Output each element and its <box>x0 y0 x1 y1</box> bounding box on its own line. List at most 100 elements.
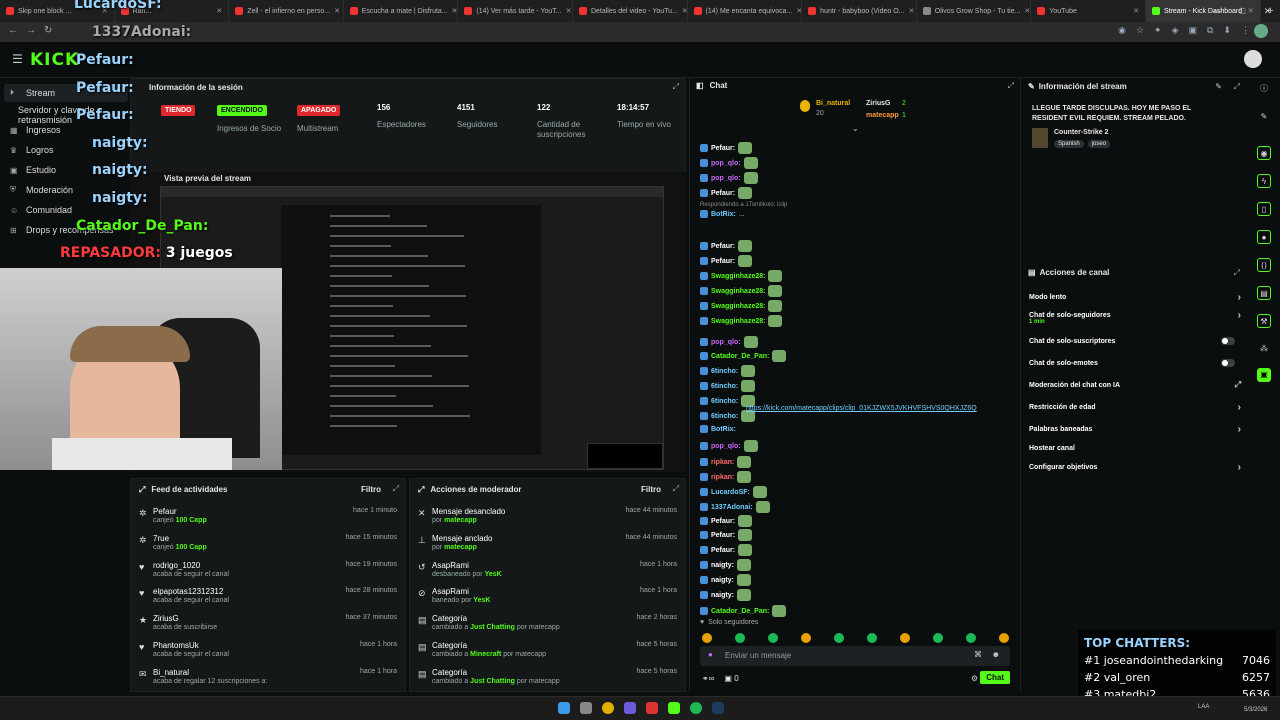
chat-message[interactable]: Pefaur: <box>700 240 753 252</box>
chat-username[interactable]: Swagginhaze28: <box>711 273 765 280</box>
reload-icon[interactable]: ↻ <box>44 25 52 36</box>
download-icon[interactable]: ⬇ <box>1223 25 1231 36</box>
chat-username[interactable]: pop_qlo: <box>711 339 741 346</box>
chat-username[interactable]: Swagginhaze28: <box>711 288 765 295</box>
emote-icon[interactable] <box>999 633 1009 643</box>
chat-message[interactable]: ripkan: <box>700 471 752 483</box>
extension-icon[interactable]: ✦ <box>1154 25 1162 36</box>
channel-action-row[interactable]: Chat de solo-suscriptores <box>1029 337 1241 345</box>
expand-icon[interactable]: ⤢ <box>418 485 424 495</box>
toggle-switch[interactable] <box>1221 359 1235 367</box>
chevron-right-icon[interactable]: › <box>1238 402 1241 413</box>
chat-message[interactable]: pop_qlo: <box>700 440 758 452</box>
chat-username[interactable]: naigty: <box>711 562 734 569</box>
nav-back-icon[interactable]: ← <box>8 25 18 36</box>
channel-action-row[interactable]: Moderación del chat con IA ⤢ <box>1029 380 1241 390</box>
chat-message[interactable]: BotRix:... <box>700 210 745 218</box>
chat-username[interactable]: naigty: <box>711 577 734 584</box>
toggle-switch[interactable] <box>1221 337 1235 345</box>
table-row[interactable]: ✲ 7rue canjeó 100 Capp hace 15 minutos <box>131 533 405 559</box>
discord-icon[interactable] <box>624 702 636 714</box>
chat-message[interactable]: Pefaur: <box>700 529 753 541</box>
steam-icon[interactable] <box>712 702 724 714</box>
table-row[interactable]: ✉ Bi_natural acaba de regalar 12 suscripci… <box>131 667 405 693</box>
channel-action-row[interactable]: Palabras baneadas › <box>1029 424 1241 435</box>
app-icon[interactable] <box>646 702 658 714</box>
chat-message[interactable]: 1337Adonai: <box>700 501 770 513</box>
send-chat-button[interactable]: Chat <box>980 671 1010 684</box>
chevron-down-icon[interactable]: ⌄ <box>852 124 859 133</box>
table-row[interactable]: ✲ Pefaur canjeó 100 Capp hace 1 minuto <box>131 506 405 532</box>
chat-message[interactable]: Pefaur: <box>700 515 753 527</box>
tag-chip[interactable]: Spanish <box>1054 140 1084 148</box>
popout-icon[interactable]: ⤢ <box>1008 81 1014 91</box>
close-tab-icon[interactable]: ✕ <box>566 7 572 15</box>
code-icon[interactable]: ⟨⟩ <box>1257 258 1271 272</box>
close-tab-icon[interactable]: ✕ <box>452 7 458 15</box>
chat-message[interactable]: Swagginhaze28: <box>700 315 783 327</box>
chat-username[interactable]: BotRix: <box>711 426 736 433</box>
chat-message[interactable]: naigty: <box>700 574 751 586</box>
browser-tab[interactable]: YouTube ✕ <box>1031 0 1146 22</box>
chat-message[interactable]: Swagginhaze28: <box>700 270 783 282</box>
sidebar-item-revenue[interactable]: ▦ Ingresos <box>10 125 61 135</box>
chevron-right-icon[interactable]: › <box>1238 292 1241 303</box>
nav-forward-icon[interactable]: → <box>26 25 36 36</box>
browser-tab[interactable]: (14) Me encanta equivoca... ✕ <box>688 0 803 22</box>
chat-username[interactable]: 6tincho: <box>711 398 738 405</box>
close-tab-icon[interactable]: ✕ <box>216 7 222 15</box>
emote-icon[interactable] <box>966 633 976 643</box>
add-widget-icon[interactable]: ▣ <box>1257 368 1271 382</box>
chat-message[interactable]: Pefaur: <box>700 255 753 267</box>
chat-username[interactable]: BotRix: <box>711 211 736 218</box>
chat-message[interactable]: 6tincho: <box>700 380 756 392</box>
chat-username[interactable]: Catador_De_Pan: <box>711 353 769 360</box>
chat-message[interactable]: BotRix: <box>700 425 736 433</box>
sidebar-item-studio[interactable]: ▣ Estudio <box>10 165 56 175</box>
close-tab-icon[interactable]: ✕ <box>1024 7 1030 15</box>
mic-icon[interactable]: ● <box>708 650 713 659</box>
command-icon[interactable]: ⌘ <box>974 650 982 659</box>
language-indicator[interactable]: LAA <box>1198 704 1209 710</box>
start-icon[interactable] <box>558 702 570 714</box>
expand-icon[interactable]: ⤢ <box>673 82 679 92</box>
nodes-icon[interactable]: ⁂ <box>1257 342 1271 356</box>
chat-message[interactable]: pop_qlo: <box>700 172 758 184</box>
emote-icon[interactable] <box>933 633 943 643</box>
chevron-right-icon[interactable]: › <box>1238 462 1241 473</box>
sidebar-item-moderation[interactable]: ⛨ Moderación <box>10 185 73 195</box>
table-row[interactable]: ▤ Categoría cambiado a Minecraft por matec… <box>410 640 685 666</box>
search-icon[interactable] <box>580 702 592 714</box>
chat-username[interactable]: Catador_De_Pan: <box>711 608 769 615</box>
close-tab-icon[interactable]: ✕ <box>334 7 340 15</box>
chat-username[interactable]: 6tincho: <box>711 383 738 390</box>
menu-icon[interactable]: ☰ <box>12 52 23 66</box>
document-icon[interactable]: ▯ <box>1257 202 1271 216</box>
wrench-icon[interactable]: ⚒ <box>1257 314 1271 328</box>
channel-action-row[interactable]: Configurar objetivos › <box>1029 462 1241 473</box>
pencil-icon[interactable]: ✎ <box>1257 110 1271 124</box>
chat-username[interactable]: Swagginhaze28: <box>711 318 765 325</box>
info-icon[interactable]: ⓘ <box>1257 82 1271 96</box>
close-tab-icon[interactable]: ✕ <box>908 7 914 15</box>
browser-tab[interactable]: Zell - el infierno en perso... ✕ <box>229 0 344 22</box>
chat-username[interactable]: naigty: <box>711 592 734 599</box>
chat-message[interactable]: Catador_De_Pan: <box>700 350 787 362</box>
tag-chip[interactable]: joseo <box>1087 140 1111 148</box>
layout-icon[interactable]: ▤ <box>1257 286 1271 300</box>
emote-icon[interactable] <box>900 633 910 643</box>
stream-category[interactable]: Counter-Strike 2 <box>1054 129 1108 136</box>
emote-icon[interactable] <box>867 633 877 643</box>
channel-action-row[interactable]: Modo lento › <box>1029 292 1241 303</box>
external-link-icon[interactable]: ⤢ <box>1235 380 1241 390</box>
spotify-icon[interactable] <box>690 702 702 714</box>
table-row[interactable]: ↺ AsapRami desbaneado por YesK hace 1 hora <box>410 560 685 586</box>
chat-username[interactable]: Pefaur: <box>711 547 735 554</box>
chat-message[interactable]: LucardoSF: <box>700 486 767 498</box>
user-avatar[interactable] <box>1244 50 1262 68</box>
chat-input[interactable]: ● Enviar un mensaje ⌘ ☻ <box>700 646 1010 666</box>
webcam-icon[interactable]: ◉ <box>1257 146 1271 160</box>
edit-icon[interactable]: ✎ <box>1215 82 1222 91</box>
table-row[interactable]: ⊘ AsapRami baneado por YesK hace 1 hora <box>410 586 685 612</box>
emote-icon[interactable] <box>702 633 712 643</box>
